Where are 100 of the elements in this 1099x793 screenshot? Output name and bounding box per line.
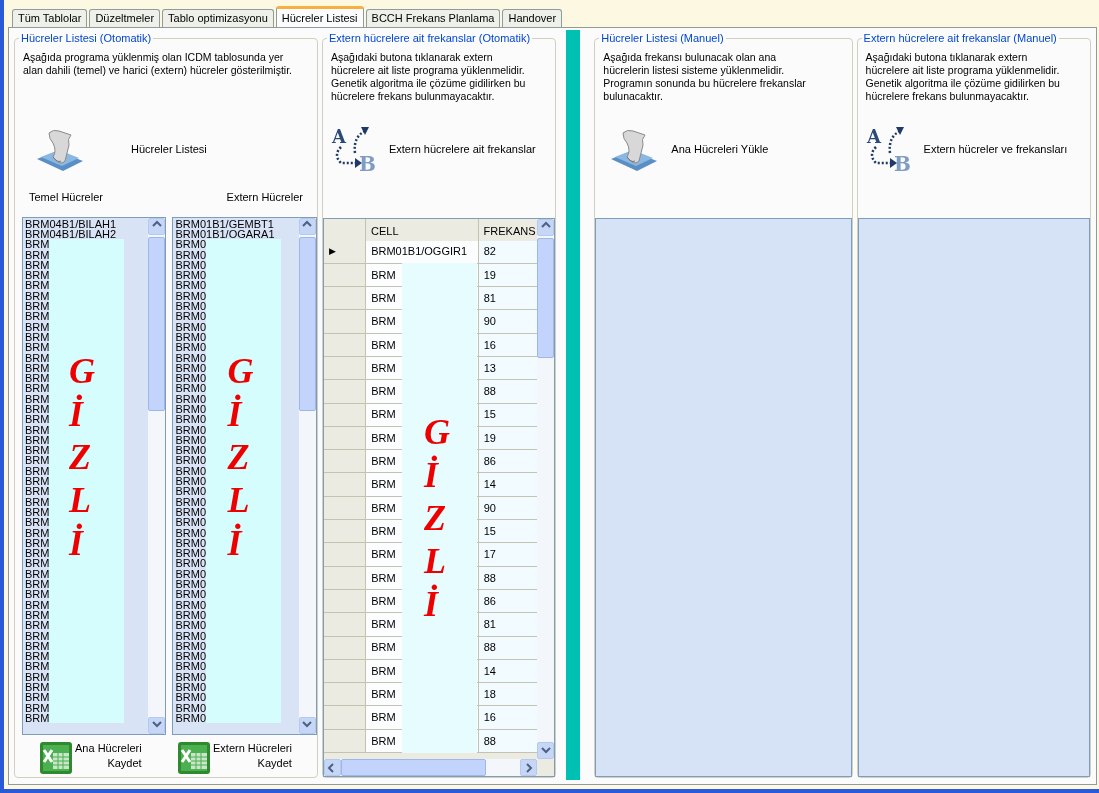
list-item[interactable]: BRM0 xyxy=(175,671,207,682)
row-header[interactable] xyxy=(323,543,367,567)
row-header[interactable] xyxy=(323,287,367,311)
list-item[interactable]: BRM0 xyxy=(175,393,207,404)
row-header[interactable] xyxy=(323,496,367,521)
scroll-right-button[interactable] xyxy=(520,759,538,776)
list-item[interactable]: BRM0 xyxy=(175,517,207,528)
list-item[interactable]: BRM0 xyxy=(175,270,207,281)
row-header[interactable] xyxy=(323,589,367,614)
load-main-cells-button[interactable]: Ana Hücreleri Yükle xyxy=(671,141,769,158)
list-item[interactable]: BRM0 xyxy=(175,280,207,291)
row-header[interactable] xyxy=(323,520,367,544)
list-item[interactable]: BRM xyxy=(25,362,50,373)
list-item[interactable]: BRM xyxy=(25,630,50,641)
scroll-down-button[interactable] xyxy=(298,716,316,734)
row-header[interactable] xyxy=(323,683,367,707)
scroll-thumb[interactable] xyxy=(298,236,316,411)
list-item[interactable]: BRM01B1/OGARA1 xyxy=(175,228,275,239)
list-item[interactable]: BRM0 xyxy=(175,712,207,723)
list-box[interactable] xyxy=(172,216,317,735)
list-item[interactable]: BRM xyxy=(25,331,50,342)
list-item[interactable]: BRM0 xyxy=(175,424,207,435)
list-item[interactable]: BRM01B1/GEMBT1 xyxy=(175,218,274,229)
list-item[interactable]: BRM xyxy=(25,383,50,394)
list-item[interactable]: BRM xyxy=(25,239,50,250)
list-item[interactable]: BRM0 xyxy=(175,537,207,548)
list-item[interactable]: BRM xyxy=(25,661,50,672)
row-header[interactable] xyxy=(323,450,367,474)
row-header[interactable] xyxy=(323,566,367,590)
list-item[interactable]: BRM xyxy=(25,455,50,466)
list-item[interactable]: BRM0 xyxy=(175,373,207,384)
scroll-down-button[interactable] xyxy=(148,716,166,734)
list-item[interactable]: BRM xyxy=(25,424,50,435)
tab[interactable]: Handover xyxy=(502,9,563,27)
list-item[interactable]: BRM xyxy=(25,548,50,559)
list-item[interactable]: BRM xyxy=(25,259,50,270)
tab[interactable]: BCCH Frekans Planlama xyxy=(365,9,501,27)
list-item[interactable]: BRM xyxy=(25,280,50,291)
scrollbar[interactable] xyxy=(537,218,555,759)
list-item[interactable]: BRM xyxy=(25,527,50,538)
list-item[interactable]: BRM xyxy=(25,496,50,507)
horizontal-scrollbar[interactable] xyxy=(323,759,538,776)
list-item[interactable]: BRM xyxy=(25,671,50,682)
list-item[interactable]: BRM0 xyxy=(175,599,207,610)
row-header[interactable] xyxy=(323,357,367,381)
list-item[interactable]: BRM0 xyxy=(175,249,207,260)
scroll-up-button[interactable] xyxy=(298,217,316,235)
row-header[interactable] xyxy=(323,263,367,288)
tab[interactable]: Hücreler Listesi xyxy=(275,6,364,27)
list-item[interactable]: BRM0 xyxy=(175,548,207,559)
list-item[interactable]: BRM xyxy=(25,311,50,322)
scrollbar[interactable] xyxy=(148,217,166,734)
list-item[interactable]: BRM0 xyxy=(175,362,207,373)
list-item[interactable]: BRM xyxy=(25,517,50,528)
scroll-thumb[interactable] xyxy=(148,236,166,411)
scroll-down-button[interactable] xyxy=(537,742,555,759)
list-item[interactable]: BRM xyxy=(25,249,50,260)
list-item[interactable]: BRM xyxy=(25,476,50,487)
list-item[interactable]: BRM0 xyxy=(175,579,207,590)
list-item[interactable]: BRM0 xyxy=(175,455,207,466)
list-item[interactable]: BRM xyxy=(25,537,50,548)
list-item[interactable]: BRM0 xyxy=(175,630,207,641)
list-item[interactable]: BRM0 xyxy=(175,620,207,631)
list-item[interactable]: BRM0 xyxy=(175,414,207,425)
list-item[interactable]: BRM0 xyxy=(175,321,207,332)
list-item[interactable]: BRM xyxy=(25,445,50,456)
row-header[interactable] xyxy=(323,706,367,730)
row-header[interactable] xyxy=(323,613,367,637)
save-temel-button[interactable]: Ana Hücreleri Kaydet xyxy=(39,740,159,775)
row-header[interactable] xyxy=(323,380,367,404)
load-frequencies-button[interactable]: Extern hücrelere ait frekanslar xyxy=(388,141,536,158)
list-item[interactable]: BRM0 xyxy=(175,486,207,497)
list-item[interactable]: BRM0 xyxy=(175,661,207,672)
list-item[interactable]: BRM xyxy=(25,414,50,425)
list-item[interactable]: BRM0 xyxy=(175,352,207,363)
list-item[interactable]: BRM0 xyxy=(175,609,207,620)
list-item[interactable]: BRM0 xyxy=(175,589,207,600)
tab[interactable]: Tablo optimizasyonu xyxy=(162,9,274,27)
list-item[interactable]: BRM0 xyxy=(175,331,207,342)
row-header[interactable] xyxy=(323,659,367,684)
list-item[interactable]: BRM xyxy=(25,290,50,301)
list-item[interactable]: BRM xyxy=(25,373,50,384)
list-item[interactable]: BRM0 xyxy=(175,496,207,507)
list-item[interactable]: BRM xyxy=(25,352,50,363)
row-header[interactable] xyxy=(323,426,367,451)
list-item[interactable]: BRM xyxy=(25,640,50,651)
load-external-button[interactable]: Extern hücreler ve frekansları xyxy=(923,141,1068,158)
scroll-thumb[interactable] xyxy=(537,237,555,358)
row-header[interactable] xyxy=(323,333,367,357)
list-item[interactable]: BRM0 xyxy=(175,702,207,713)
scroll-up-button[interactable] xyxy=(148,217,166,235)
list-item[interactable]: BRM xyxy=(25,568,50,579)
list-item[interactable]: BRM xyxy=(25,712,50,723)
list-item[interactable]: BRM xyxy=(25,558,50,569)
list-item[interactable]: BRM xyxy=(25,599,50,610)
scroll-up-button[interactable] xyxy=(537,218,555,236)
list-item[interactable]: BRM0 xyxy=(175,239,207,250)
list-item[interactable]: BRM xyxy=(25,702,50,713)
list-item[interactable]: BRM0 xyxy=(175,434,207,445)
list-item[interactable]: BRM xyxy=(25,393,50,404)
